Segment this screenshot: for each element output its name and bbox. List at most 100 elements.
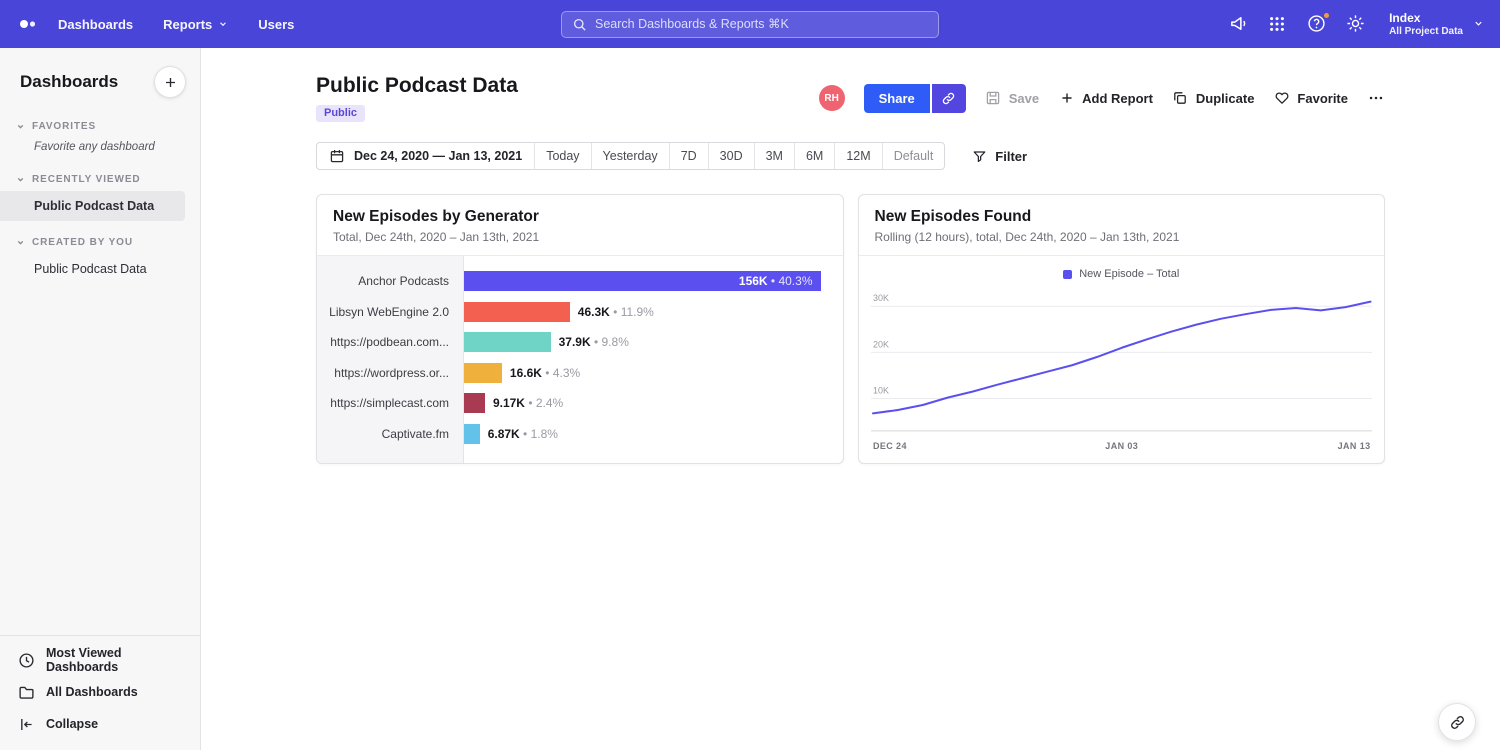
bar-category-label: https://simplecast.com: [317, 388, 463, 419]
duplicate-button[interactable]: Duplicate: [1172, 90, 1255, 107]
nav-item-dashboards[interactable]: Dashboards: [58, 17, 133, 32]
avatar[interactable]: RH: [819, 85, 845, 111]
date-range-label: Dec 24, 2020 — Jan 13, 2021: [354, 149, 522, 163]
sidebar-item-public-podcast-data[interactable]: Public Podcast Data: [0, 254, 185, 284]
global-search[interactable]: [561, 11, 939, 38]
y-axis-tick: 30K: [872, 293, 888, 303]
chevron-down-icon: [16, 238, 25, 247]
search-icon: [572, 17, 587, 32]
primary-nav: Dashboards Reports Users: [58, 17, 294, 32]
bar[interactable]: [464, 424, 480, 444]
all-dashboards-button[interactable]: All Dashboards: [0, 676, 200, 708]
bar[interactable]: [464, 393, 485, 413]
project-scope: All Project Data: [1389, 26, 1463, 37]
bar-category-label: https://wordpress.or...: [317, 358, 463, 389]
page-title: Public Podcast Data: [316, 74, 518, 98]
date-range-picker[interactable]: Dec 24, 2020 — Jan 13, 2021: [317, 143, 534, 169]
share-button[interactable]: Share: [864, 84, 930, 113]
folder-icon: [18, 684, 35, 701]
favorite-button[interactable]: Favorite: [1273, 90, 1348, 107]
top-nav-right: Index All Project Data: [1228, 11, 1484, 36]
copy-link-button[interactable]: [932, 84, 966, 113]
filter-label: Filter: [995, 149, 1027, 164]
section-label: RECENTLY VIEWED: [32, 174, 141, 185]
add-report-button[interactable]: Add Report: [1058, 90, 1153, 107]
chevron-down-icon: [16, 175, 25, 184]
preset-default[interactable]: Default: [882, 143, 945, 169]
link-icon: [941, 91, 956, 106]
section-recently-viewed[interactable]: RECENTLY VIEWED: [0, 163, 200, 191]
date-toolbar: Dec 24, 2020 — Jan 13, 2021 Today Yester…: [316, 142, 1385, 170]
bar[interactable]: [464, 302, 570, 322]
bar-value-label: 9.17K • 2.4%: [493, 396, 563, 410]
bar-category-label: https://podbean.com...: [317, 327, 463, 358]
top-nav: Dashboards Reports Users: [0, 0, 1500, 48]
y-axis-tick: 20K: [872, 339, 888, 349]
bar[interactable]: [464, 363, 502, 383]
nav-item-label: Users: [258, 17, 294, 32]
preset-3m[interactable]: 3M: [754, 143, 794, 169]
line-chart: New Episode – Total 10K20K30KDEC 24JAN 0…: [859, 256, 1385, 463]
heart-icon: [1273, 90, 1290, 107]
line-chart-plot[interactable]: 10K20K30KDEC 24JAN 03JAN 13: [871, 284, 1373, 459]
preset-yesterday[interactable]: Yesterday: [591, 143, 669, 169]
bar[interactable]: [464, 332, 551, 352]
plus-icon: [163, 75, 178, 90]
link-icon: [1449, 714, 1466, 731]
most-viewed-dashboards-button[interactable]: Most Viewed Dashboards: [0, 644, 200, 676]
nav-item-reports[interactable]: Reports: [163, 17, 228, 32]
bar-value-label: 37.9K • 9.8%: [559, 335, 629, 349]
chart-subtitle: Rolling (12 hours), total, Dec 24th, 202…: [875, 230, 1369, 244]
save-icon: [985, 90, 1002, 107]
apps-grid-icon[interactable]: [1267, 14, 1287, 34]
filter-button[interactable]: Filter: [972, 149, 1027, 164]
nav-item-users[interactable]: Users: [258, 17, 294, 32]
line-chart-card: New Episodes Found Rolling (12 hours), t…: [858, 194, 1386, 464]
project-selector[interactable]: Index All Project Data: [1389, 11, 1484, 36]
bar-value-label: 46.3K • 11.9%: [578, 305, 654, 319]
bar[interactable]: 156K • 40.3%: [464, 271, 821, 291]
section-created-by-you[interactable]: CREATED BY YOU: [0, 221, 200, 254]
project-name: Index: [1389, 11, 1463, 25]
chart-legend: New Episode – Total: [871, 264, 1373, 284]
preset-12m[interactable]: 12M: [834, 143, 881, 169]
preset-7d[interactable]: 7D: [669, 143, 708, 169]
history-clock-icon: [18, 652, 35, 669]
x-axis-tick: JAN 13: [1337, 441, 1370, 451]
preset-today[interactable]: Today: [534, 143, 590, 169]
legend-label: New Episode – Total: [1079, 268, 1179, 280]
announcements-icon[interactable]: [1228, 14, 1248, 34]
more-options-button[interactable]: [1367, 89, 1385, 107]
collapse-sidebar-button[interactable]: Collapse: [0, 708, 200, 740]
legend-swatch: [1063, 270, 1072, 279]
bar-chart-card: New Episodes by Generator Total, Dec 24t…: [316, 194, 844, 464]
bar-category-label: Anchor Podcasts: [317, 266, 463, 297]
app-logo-icon[interactable]: [18, 14, 40, 34]
footer-item-label: All Dashboards: [46, 685, 138, 699]
save-button[interactable]: Save: [985, 90, 1039, 107]
share-link-floating-button[interactable]: [1438, 703, 1476, 741]
footer-item-label: Collapse: [46, 717, 98, 731]
bar-value-label: 156K • 40.3%: [739, 274, 813, 288]
section-favorites[interactable]: FAVORITES: [0, 110, 200, 138]
notification-badge: [1323, 12, 1330, 19]
bar-row: 156K • 40.3%: [464, 266, 821, 297]
bar-row: 16.6K • 4.3%: [464, 358, 821, 389]
footer-item-label: Most Viewed Dashboards: [46, 646, 182, 674]
settings-gear-icon[interactable]: [1345, 14, 1365, 34]
sidebar-item-public-podcast-data[interactable]: Public Podcast Data: [0, 191, 185, 221]
main-content: Public Podcast Data Public RH Share: [201, 48, 1500, 750]
preset-6m[interactable]: 6M: [794, 143, 834, 169]
nav-item-label: Reports: [163, 17, 212, 32]
bar-value-label: 16.6K • 4.3%: [510, 366, 580, 380]
help-icon[interactable]: [1306, 14, 1326, 34]
search-input[interactable]: [595, 17, 928, 31]
favorites-empty-text: Favorite any dashboard: [0, 138, 200, 163]
sidebar: Dashboards FAVORITES Favorite any dashbo…: [0, 48, 201, 750]
add-dashboard-button[interactable]: [154, 66, 186, 98]
preset-30d[interactable]: 30D: [708, 143, 754, 169]
collapse-icon: [18, 716, 35, 733]
app-window: Dashboards Reports Users: [0, 0, 1500, 750]
chart-title: New Episodes Found: [875, 208, 1369, 226]
bar-category-label: Libsyn WebEngine 2.0: [317, 297, 463, 328]
